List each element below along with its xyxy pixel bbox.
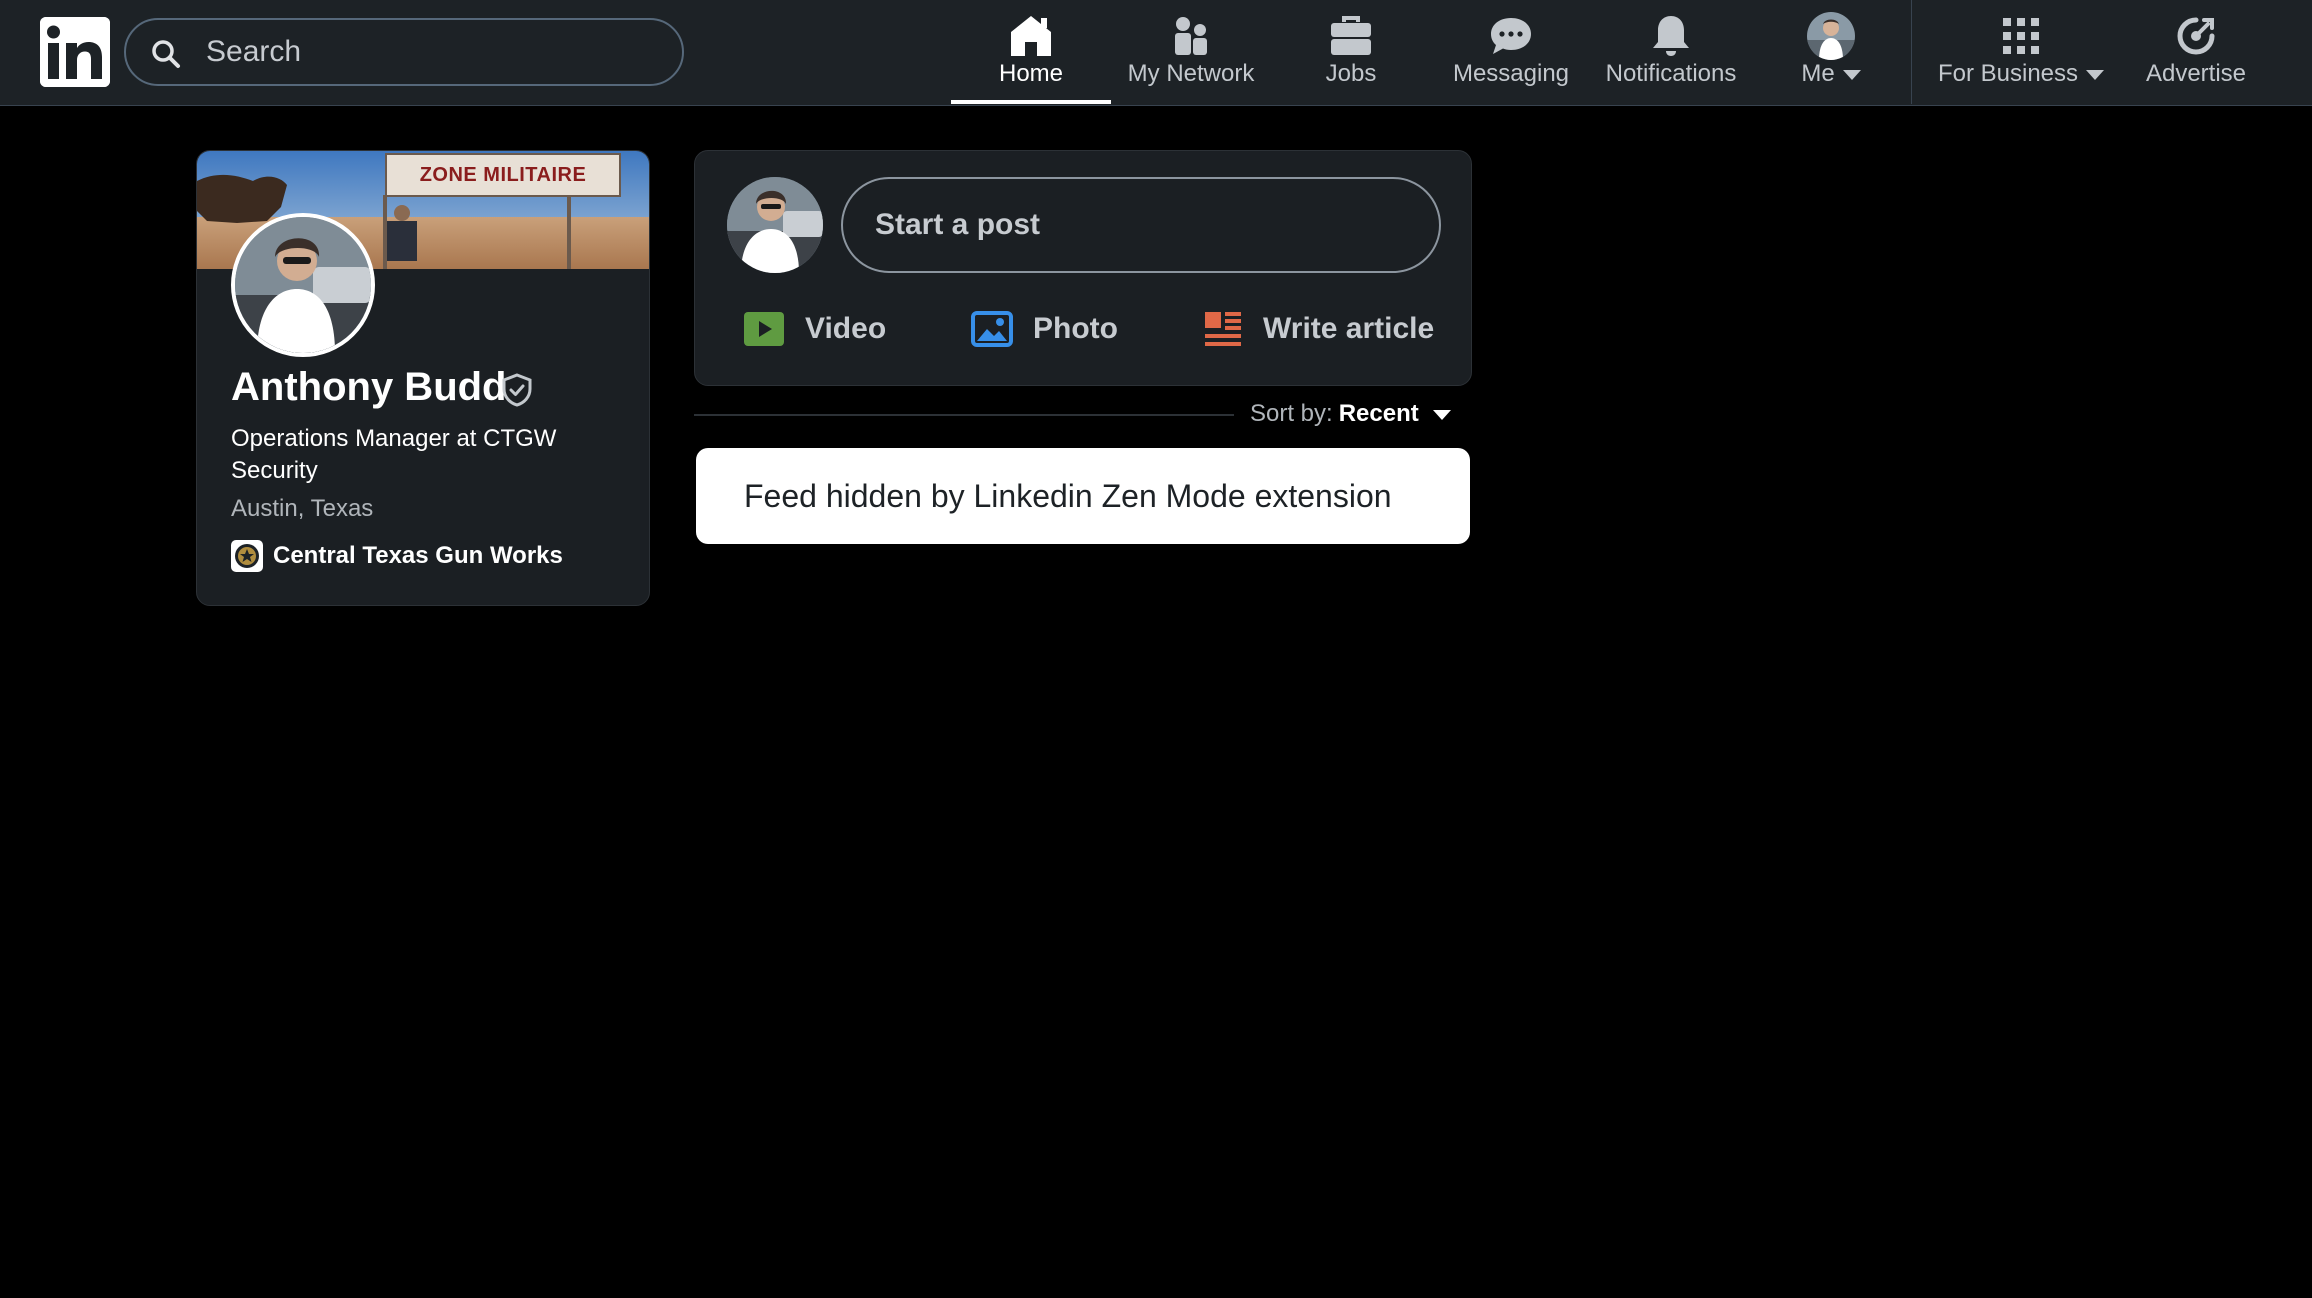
feed-divider	[694, 414, 1234, 416]
photo-action-label: Photo	[1033, 312, 1118, 345]
nav-messaging-label: Messaging	[1452, 60, 1570, 87]
sort-label: Sort by:	[1250, 400, 1333, 427]
search-box[interactable]	[124, 18, 684, 86]
avatar[interactable]	[727, 177, 823, 273]
nav-home[interactable]: Home	[951, 0, 1111, 104]
write-article-action-button[interactable]: Write article	[1203, 301, 1434, 357]
avatar	[1807, 12, 1855, 60]
company-name: Central Texas Gun Works	[273, 542, 563, 569]
profile-card: ZONE MILITAIRE Anthony Budd Operations M…	[196, 150, 650, 606]
nav-notifications-label: Notifications	[1605, 60, 1737, 87]
nav-for-business-label: For Business	[1921, 60, 2121, 88]
photo-icon	[971, 311, 1013, 347]
feed-hidden-notice: Feed hidden by Linkedin Zen Mode extensi…	[696, 448, 1470, 544]
cover-sign-text: ZONE MILITAIRE	[385, 153, 621, 197]
chevron-down-icon	[2086, 69, 2105, 80]
home-icon	[1011, 16, 1051, 56]
search-icon	[152, 40, 180, 68]
chat-icon	[1491, 18, 1531, 54]
nav-home-label: Home	[998, 60, 1064, 87]
chevron-down-icon	[1842, 69, 1861, 80]
profile-headline: Operations Manager at CTGW Security	[231, 425, 557, 484]
nav-jobs-label: Jobs	[1325, 60, 1377, 87]
top-navigation-bar: Home My Network Jobs Messaging	[0, 0, 2312, 106]
video-action-label: Video	[805, 312, 887, 345]
grid-icon	[2003, 18, 2039, 54]
sort-dropdown[interactable]: Sort by: Recent	[1250, 400, 1451, 432]
nav-me-text: Me	[1801, 60, 1835, 87]
briefcase-icon	[1331, 16, 1371, 55]
linkedin-logo-icon[interactable]	[40, 17, 110, 87]
profile-company-link[interactable]: Central Texas Gun Works	[231, 539, 563, 573]
nav-advertise[interactable]: Advertise	[2121, 0, 2271, 104]
nav-notifications[interactable]: Notifications	[1591, 0, 1751, 104]
nav-messaging[interactable]: Messaging	[1431, 0, 1591, 104]
profile-location: Austin, Texas	[231, 495, 374, 522]
nav-for-business[interactable]: For Business	[1921, 0, 2121, 104]
nav-my-network-label: My Network	[1127, 60, 1255, 87]
video-icon	[744, 312, 784, 346]
photo-action-button[interactable]: Photo	[971, 301, 1118, 357]
search-input[interactable]	[206, 32, 656, 72]
bell-icon	[1653, 16, 1689, 56]
advertise-icon	[2177, 17, 2215, 55]
active-tab-indicator	[951, 100, 1111, 104]
write-article-action-label: Write article	[1263, 312, 1435, 345]
nav-for-business-text: For Business	[1937, 60, 2079, 87]
nav-divider	[1911, 0, 1912, 104]
nav-jobs[interactable]: Jobs	[1271, 0, 1431, 104]
nav-advertise-label: Advertise	[2145, 60, 2247, 87]
article-icon	[1205, 312, 1241, 346]
start-a-post-button[interactable]: Start a post	[841, 177, 1441, 273]
nav-me[interactable]: Me	[1751, 0, 1911, 104]
video-action-button[interactable]: Video	[743, 301, 886, 357]
post-composer: Start a post Video Photo Write article	[694, 150, 1472, 386]
network-icon	[1175, 17, 1207, 55]
nav-my-network[interactable]: My Network	[1111, 0, 1271, 104]
verified-shield-icon	[502, 373, 532, 407]
profile-avatar[interactable]	[231, 213, 375, 357]
sort-value: Recent	[1338, 400, 1419, 427]
chevron-down-icon	[1432, 409, 1451, 420]
company-logo-icon	[231, 540, 263, 572]
profile-name[interactable]: Anthony Budd	[231, 365, 507, 410]
nav-me-label: Me	[1751, 60, 1911, 88]
